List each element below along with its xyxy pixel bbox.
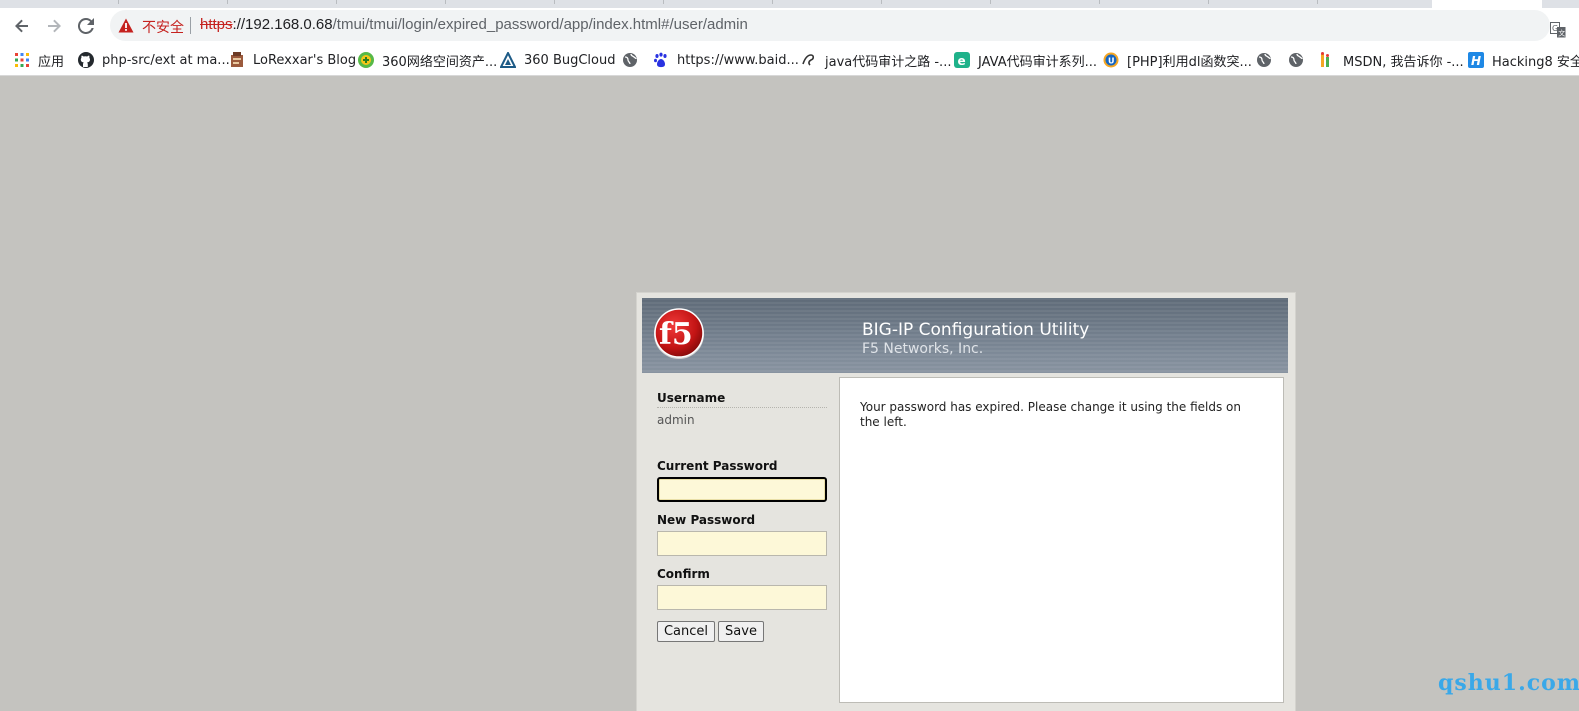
confirm-password-input[interactable] [657,585,827,610]
warning-triangle-icon[interactable] [118,18,134,33]
github-icon [78,52,94,68]
swirl-icon [801,52,817,68]
tab-separator [227,0,228,4]
tab-separator [118,0,119,4]
app-banner: f5 BIG-IP Configuration Utility F5 Netwo… [642,298,1288,373]
inactive-tabs[interactable] [0,0,1432,8]
current-password-input[interactable] [657,477,827,502]
bugcloud-icon [500,52,516,68]
bookmark-msdn[interactable]: MSDN, 我告诉你 -... [1319,50,1464,70]
tab-separator [990,0,991,4]
tab-separator [881,0,882,4]
svg-text:e: e [958,54,966,68]
new-password-input[interactable] [657,531,827,556]
bookmark-label: 360网络空间资产... [382,54,498,70]
url-host: ://192.168.0.68 [232,16,333,33]
bookmark-apps[interactable]: 应用 [14,50,64,70]
watermark: qshu1.com [1438,670,1579,696]
current-password-label: Current Password [657,459,778,473]
forward-button[interactable] [40,12,68,40]
bookmark-label: MSDN, 我告诉你 -... [1343,54,1464,70]
back-button[interactable] [8,12,36,40]
address-bar[interactable]: 不安全 https://192.168.0.68/tmui/tmui/login… [110,10,1550,41]
bookmark-globe-3[interactable] [1288,50,1312,70]
globe-icon [622,52,638,68]
reload-button[interactable] [72,12,100,40]
app-title: BIG-IP Configuration Utility [862,320,1090,340]
bookmark-lorexxar-blog[interactable]: LoRexxar's Blog [229,50,356,70]
bookmark-label: Hacking8 安全 [1492,54,1579,70]
tab-separator [445,0,446,4]
svg-text:文: 文 [1558,29,1565,38]
app-subtitle: F5 Networks, Inc. [862,341,984,357]
tab-separator [772,0,773,4]
bookmark-java-series[interactable]: e JAVA代码审计系列... [954,50,1097,70]
translate-icon[interactable]: G 文 [1550,22,1566,38]
cancel-button[interactable]: Cancel [657,621,715,642]
expired-message: Your password has expired. Please change… [860,400,1241,429]
active-tab[interactable] [1432,0,1542,8]
bookmark-360-assets[interactable]: 360网络空间资产... [358,50,497,70]
url-text[interactable]: https://192.168.0.68/tmui/tmui/login/exp… [200,16,748,33]
message-box: Your password has expired. Please change… [839,377,1284,703]
u-badge-icon: U [1103,52,1119,68]
tab-separator [1099,0,1100,4]
bookmarks-bar: 应用 php-src/ext at ma... LoRexxar's Blog … [0,44,1579,76]
save-button[interactable]: Save [718,621,764,642]
baidu-icon [653,52,669,68]
tab-separator [336,0,337,4]
tab-separator [554,0,555,4]
bookmark-globe-1[interactable] [622,50,646,70]
blog-icon [229,52,245,68]
e-icon: e [954,52,970,68]
back-arrow-icon [15,19,28,33]
tab-separator [663,0,664,4]
globe-icon [1288,52,1304,68]
forward-arrow-icon [48,19,61,33]
tab-separator [1317,0,1318,4]
h-icon: H [1468,52,1484,68]
url-path: /tmui/tmui/login/expired_password/app/in… [332,16,748,33]
bookmark-java-audit[interactable]: java代码审计之路 -... [801,50,951,70]
reload-icon [78,18,94,34]
bookmark-hacking8[interactable]: H Hacking8 安全 [1468,50,1579,70]
bookmark-label: 应用 [38,54,65,70]
360-icon [358,52,374,68]
bookmark-globe-2[interactable] [1256,50,1280,70]
confirm-password-label: Confirm [657,567,710,581]
bookmark-label: JAVA代码审计系列... [978,54,1098,70]
username-value: admin [657,413,695,427]
msdn-icon [1319,52,1335,68]
bookmark-baidu[interactable]: https://www.baid... [653,50,799,70]
username-label: Username [657,391,827,408]
tab-separator [1208,0,1209,4]
apps-grid-icon [14,52,30,68]
svg-text:H: H [1471,54,1481,68]
bookmark-360-bugcloud[interactable]: 360 BugCloud [500,50,616,70]
login-panel: f5 BIG-IP Configuration Utility F5 Netwo… [636,292,1296,711]
svg-text:U: U [1108,57,1115,66]
globe-icon [1256,52,1272,68]
bookmark-label: LoRexxar's Blog [253,52,357,68]
bookmark-label: php-src/ext at ma... [102,52,230,68]
url-scheme: https [200,16,233,33]
bookmark-label: https://www.baid... [677,52,799,68]
browser-toolbar: 不安全 https://192.168.0.68/tmui/tmui/login… [0,8,1579,44]
bookmark-label: java代码审计之路 -... [825,54,952,70]
security-status-label[interactable]: 不安全 [142,17,184,37]
bookmark-label: [PHP]利用dl函数突... [1127,54,1252,70]
f5-logo: f5 [654,308,704,359]
bookmark-label: 360 BugCloud [524,52,616,68]
logo-text: f5 [659,317,693,352]
tab-strip [0,0,1579,8]
bookmark-php-dl[interactable]: U [PHP]利用dl函数突... [1103,50,1252,70]
bookmark-php-src[interactable]: php-src/ext at ma... [78,50,230,70]
omnibox-divider [190,17,191,34]
new-password-label: New Password [657,513,756,527]
